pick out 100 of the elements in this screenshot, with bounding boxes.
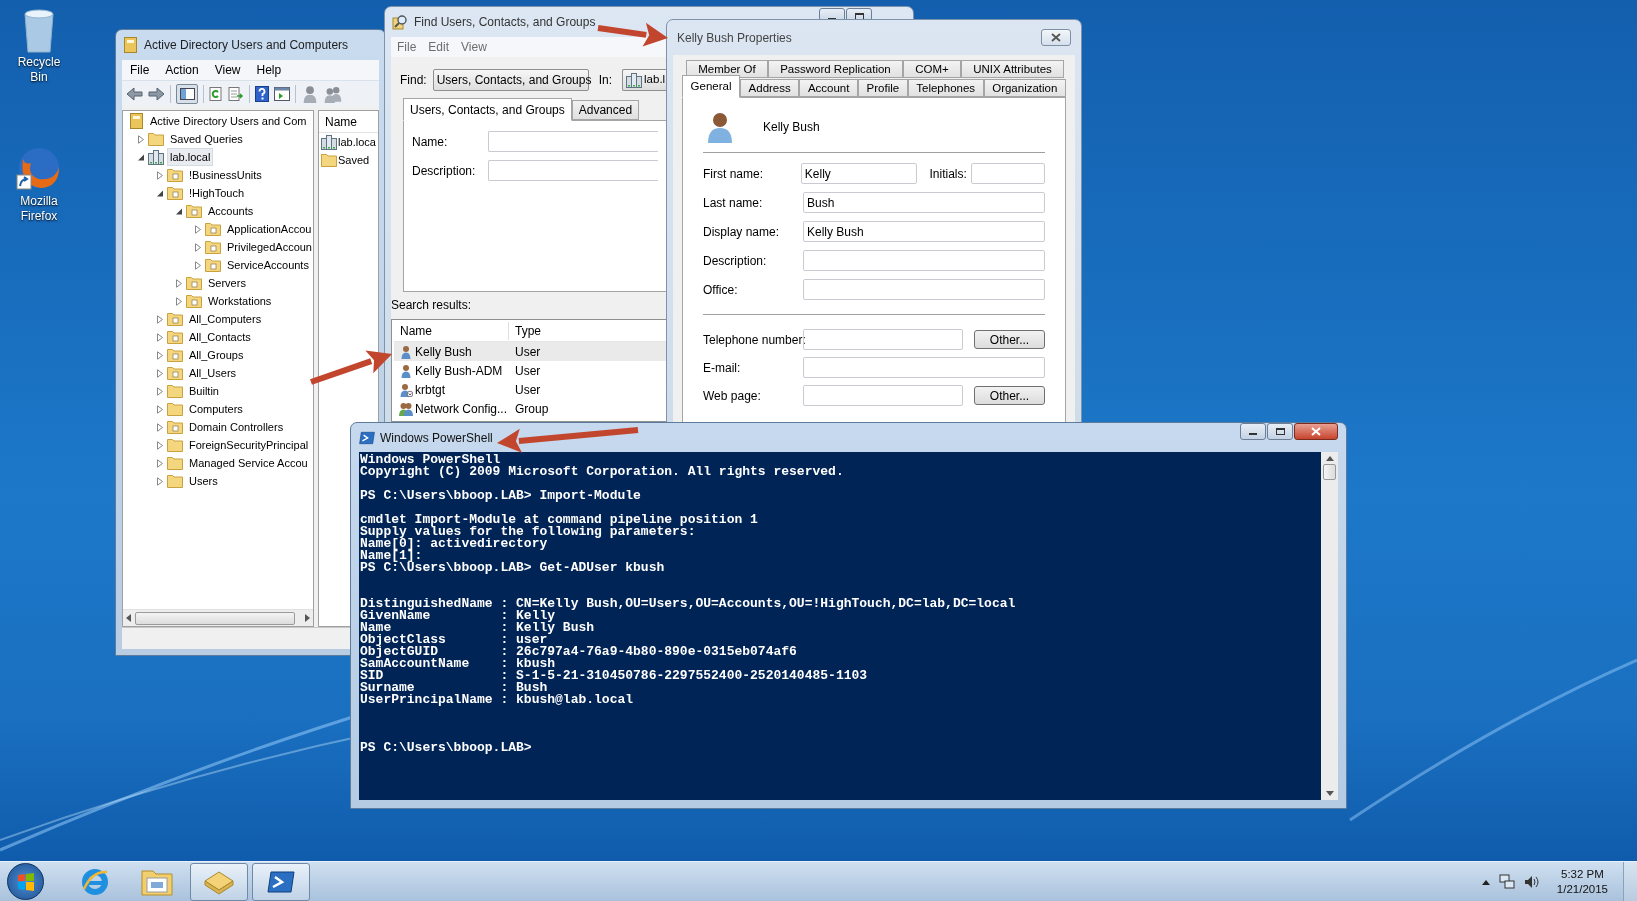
result-row[interactable]: Network Config... Group — [394, 399, 666, 418]
list-item[interactable]: Saved — [338, 151, 370, 169]
tree-item[interactable]: lab.local — [167, 148, 214, 166]
maximize-button[interactable] — [1267, 423, 1293, 440]
tree-item[interactable]: Domain Controllers — [186, 418, 287, 436]
close-button[interactable] — [1294, 423, 1338, 440]
tab[interactable]: Account — [799, 79, 858, 97]
export-list-icon[interactable] — [228, 86, 244, 101]
network-icon[interactable] — [1498, 873, 1515, 890]
input-field[interactable]: Kelly Bush — [803, 221, 1045, 242]
tree-item[interactable]: Accounts — [205, 202, 257, 220]
menu-item[interactable]: File — [122, 61, 158, 79]
input-field[interactable] — [970, 163, 1045, 184]
users-icon[interactable] — [324, 84, 342, 103]
column-header[interactable]: Name — [394, 321, 509, 340]
tree-item[interactable]: Computers — [186, 400, 246, 418]
other-button[interactable]: Other... — [974, 330, 1045, 349]
table-cell-text: User — [514, 381, 542, 399]
scroll-down-icon[interactable] — [1325, 791, 1334, 797]
result-row[interactable]: Kelly Bush User — [394, 342, 666, 361]
tree-item[interactable]: Active Directory Users and Com — [147, 112, 310, 130]
tab[interactable]: Telephones — [907, 79, 984, 97]
input-field[interactable]: Bush — [803, 192, 1045, 213]
tree-item[interactable]: Builtin — [186, 382, 222, 400]
input-field[interactable] — [803, 357, 1045, 378]
show-hidden-icons-button[interactable] — [1481, 878, 1490, 885]
input-field[interactable] — [488, 131, 658, 152]
tree-item[interactable]: All_Groups — [186, 346, 247, 364]
tab[interactable]: COM+ — [903, 60, 961, 78]
refresh-icon[interactable] — [209, 86, 223, 101]
taskbar-button[interactable] — [190, 862, 248, 901]
input-field[interactable] — [488, 160, 658, 181]
expander-icon[interactable] — [175, 206, 183, 216]
tab[interactable]: Password Replication — [767, 60, 903, 78]
window-title: Find Users, Contacts, and Groups — [414, 14, 596, 31]
menu-item[interactable]: View — [455, 38, 493, 56]
tree-item[interactable]: Saved Queries — [167, 130, 246, 148]
scroll-thumb[interactable] — [135, 611, 295, 625]
input-field[interactable] — [803, 329, 963, 350]
show-desktop-button[interactable] — [1623, 861, 1637, 901]
menu-item[interactable]: File — [391, 38, 423, 56]
other-button[interactable]: Other... — [974, 386, 1045, 405]
result-row[interactable]: krbtgt User — [394, 380, 666, 399]
user-icon[interactable] — [301, 84, 319, 103]
column-header[interactable]: Type — [509, 321, 649, 340]
magnifier-icon — [392, 14, 408, 30]
find-dropdown[interactable]: Users, Contacts, and Groups — [432, 69, 589, 91]
tab[interactable]: Organization — [983, 79, 1066, 97]
tab[interactable]: Advanced — [571, 100, 640, 120]
menu-item[interactable]: Action — [157, 61, 207, 79]
input-field[interactable] — [803, 385, 963, 406]
close-button[interactable] — [1041, 29, 1071, 46]
terminal-icon — [267, 869, 295, 894]
menu-item[interactable]: Edit — [422, 38, 456, 56]
scroll-right-icon[interactable] — [303, 614, 311, 622]
tab[interactable]: Users, Contacts, and Groups — [403, 98, 572, 121]
tab[interactable]: UNIX Attributes — [960, 60, 1065, 78]
tree-item[interactable]: Users — [186, 472, 221, 490]
scroll-left-icon[interactable] — [125, 614, 133, 622]
tab[interactable]: Member Of — [686, 60, 768, 78]
tree-item[interactable]: All_Contacts — [186, 328, 254, 346]
tree-item[interactable]: ServiceAccounts — [224, 256, 312, 274]
tree-item[interactable]: Servers — [205, 274, 249, 292]
menu-item[interactable]: View — [206, 61, 249, 79]
panel-icon[interactable] — [274, 86, 290, 101]
list-item[interactable]: lab.loca — [338, 133, 376, 151]
horizontal-scrollbar[interactable] — [123, 609, 313, 626]
tree-item[interactable]: Managed Service Accou — [186, 454, 311, 472]
tree-item[interactable]: !BusinessUnits — [186, 166, 265, 184]
tree-item[interactable]: !HighTouch — [186, 184, 248, 202]
clock-date[interactable]: 1/21/2015 — [1556, 881, 1608, 897]
forward-arrow-icon[interactable] — [148, 86, 165, 101]
taskbar-button[interactable] — [252, 862, 310, 901]
console-line: GivenName : Kelly — [360, 610, 556, 622]
menu-item[interactable]: Help — [248, 61, 290, 79]
tree-item[interactable]: All_Users — [186, 364, 240, 382]
scroll-thumb[interactable] — [1323, 464, 1336, 480]
console-line: UserPrincipalName : kbush@lab.local — [360, 694, 634, 706]
tab[interactable]: Profile — [858, 79, 908, 97]
tree-item[interactable]: PrivilegedAccoun — [224, 238, 313, 256]
start-button[interactable] — [7, 863, 44, 900]
input-field[interactable] — [803, 279, 1045, 300]
console-tree-button[interactable] — [176, 83, 198, 104]
help-icon[interactable] — [255, 85, 269, 102]
back-arrow-icon[interactable] — [126, 86, 143, 101]
tree-item[interactable]: ApplicationAccou — [224, 220, 313, 238]
tree-item[interactable]: All_Computers — [186, 310, 265, 328]
tree-item[interactable]: ForeignSecurityPrincipal — [186, 436, 312, 454]
vertical-scrollbar[interactable] — [1321, 452, 1338, 800]
tree-item[interactable]: Workstations — [205, 292, 275, 310]
clock-time[interactable]: 5:32 PM — [1561, 866, 1604, 882]
expander-icon[interactable] — [156, 188, 164, 198]
expander-icon[interactable] — [137, 152, 145, 162]
input-field[interactable]: Kelly — [800, 163, 917, 184]
result-row[interactable]: Kelly Bush-ADM User — [394, 361, 666, 380]
tab[interactable]: General — [682, 75, 741, 98]
minimize-button[interactable] — [1240, 423, 1266, 440]
scroll-up-icon[interactable] — [1325, 455, 1334, 461]
tab[interactable]: Address — [740, 79, 800, 97]
input-field[interactable] — [803, 250, 1045, 271]
